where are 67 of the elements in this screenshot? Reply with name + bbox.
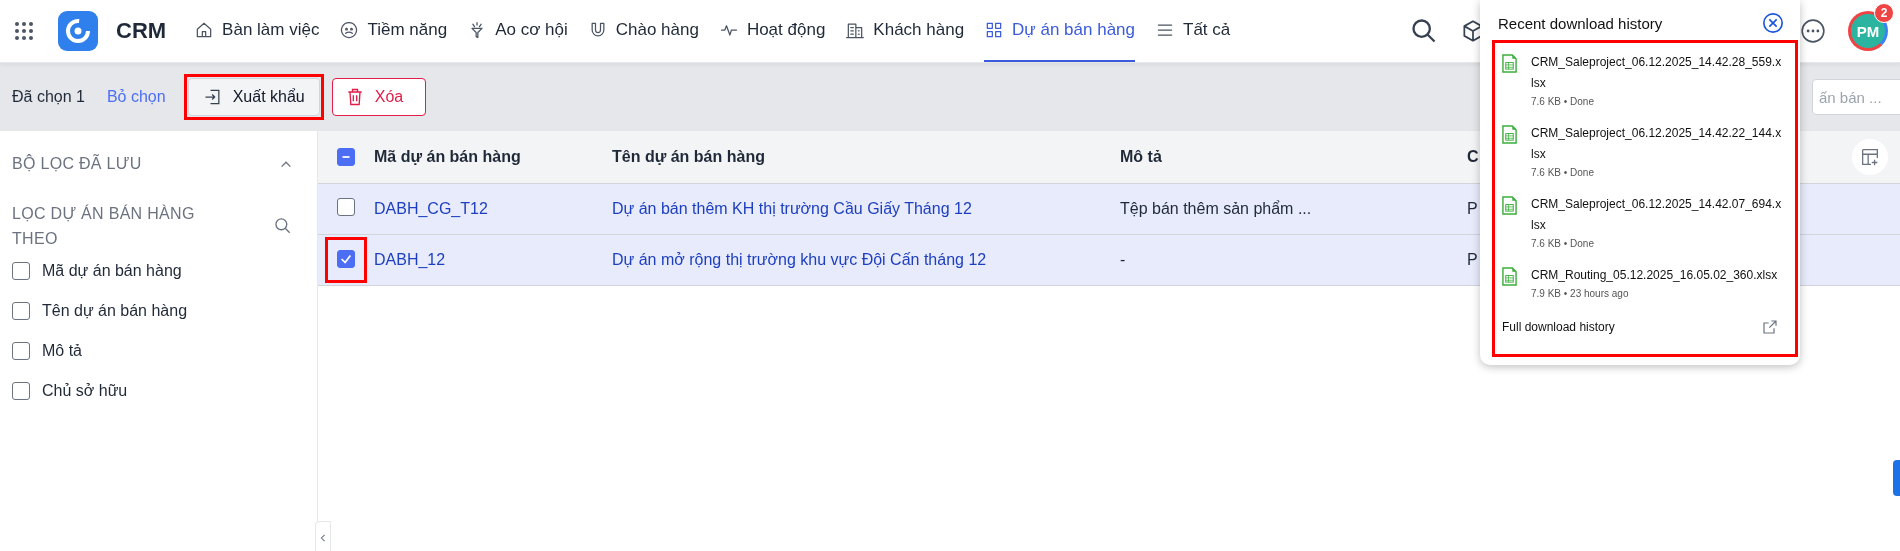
downloaded-file-link[interactable]: CRM_Saleproject_06.12.2025_14.42.07_694.xlsx: [1531, 194, 1783, 236]
column-header: C: [1467, 148, 1479, 165]
table-cell: P: [1467, 200, 1478, 217]
nav-tab[interactable]: Hoạt động: [718, 0, 826, 62]
downloaded-file-link[interactable]: CRM_Saleproject_06.12.2025_14.42.22_144.xlsx: [1531, 123, 1783, 165]
spreadsheet-file-icon: [1502, 125, 1517, 144]
project-code-link[interactable]: DABH_12: [374, 251, 446, 268]
project-code-link[interactable]: DABH_CG_T12: [374, 200, 488, 217]
nav-tab[interactable]: Chào hàng: [587, 0, 699, 62]
row-checkbox[interactable]: [337, 250, 355, 268]
highlight-frame: [325, 237, 367, 283]
nav-tab[interactable]: Tất cả: [1155, 0, 1231, 62]
column-header: Mã dự án bán hàng: [374, 148, 521, 165]
spreadsheet-file-icon: [1502, 54, 1517, 73]
app-grid-icon[interactable]: [14, 21, 34, 41]
project-name-link[interactable]: Dự án mở rộng thị trường khu vực Đội Cấn tháng 12: [612, 251, 987, 268]
downloaded-file-link[interactable]: CRM_Routing_05.12.2025_16.05.02_360.xlsx: [1531, 265, 1783, 286]
full-history-link[interactable]: Full download history: [1502, 320, 1615, 334]
checkbox[interactable]: [12, 302, 30, 320]
nav-tab[interactable]: Bàn làm việc: [194, 0, 320, 62]
checkbox[interactable]: [12, 382, 30, 400]
chevron-left-icon: [319, 533, 327, 543]
select-all-checkbox[interactable]: [337, 148, 355, 166]
table-cell: P: [1467, 251, 1478, 268]
deselect-link[interactable]: Bỏ chọn: [106, 88, 166, 106]
saved-filters-title: BỘ LỌC ĐÃ LƯU: [12, 155, 142, 173]
downloaded-file-link[interactable]: CRM_Saleproject_06.12.2025_14.42.28_559.xlsx: [1531, 52, 1783, 94]
app-name: CRM: [116, 18, 167, 44]
column-header: Mô tả: [1120, 148, 1162, 165]
checkbox[interactable]: [12, 342, 30, 360]
checkbox[interactable]: [12, 262, 30, 280]
smiley-icon: [339, 20, 360, 40]
spreadsheet-file-icon: [1502, 267, 1517, 286]
filter-field-label: Mô tả: [42, 342, 82, 360]
delete-button[interactable]: Xóa: [331, 78, 427, 116]
more-icon[interactable]: [1800, 18, 1826, 44]
table-cell: -: [1120, 251, 1126, 268]
table-add-icon: [1859, 146, 1881, 168]
filter-field-label: Chủ sở hữu: [42, 382, 128, 400]
file-status: 7.6 KB • Done: [1531, 238, 1595, 249]
file-status: 7.9 KB • 23 hours ago: [1531, 288, 1630, 299]
nav-tab[interactable]: Tiềm năng: [339, 0, 448, 62]
table-cell: Tệp bán thêm sản phẩm ...: [1120, 200, 1312, 217]
filter-field-label: Mã dự án bán hàng: [42, 262, 182, 280]
file-status: 7.6 KB • Done: [1531, 96, 1595, 107]
filter-by-title: LỌC DỰ ÁN BÁN HÀNG THEO: [12, 203, 196, 249]
panel-title: Recent download history: [1498, 14, 1663, 32]
column-settings-button[interactable]: [1852, 139, 1888, 175]
spreadsheet-file-icon: [1502, 196, 1517, 215]
nav-tab[interactable]: Ao cơ hội: [467, 0, 568, 62]
check-icon: [339, 252, 353, 266]
filter-field-label: Tên dự án bán hàng: [42, 302, 188, 320]
nav-tab[interactable]: Khách hàng: [845, 0, 965, 62]
export-button[interactable]: Xuất khẩu: [187, 78, 320, 116]
close-icon[interactable]: [1762, 12, 1784, 34]
file-status: 7.6 KB • Done: [1531, 167, 1595, 178]
app-logo-icon: [58, 11, 98, 51]
selected-count: Đã chọn 1: [12, 88, 85, 106]
search-field[interactable]: ấn bán ...: [1812, 79, 1900, 115]
column-header: Tên dự án bán hàng: [612, 148, 765, 165]
side-tab-button[interactable]: [1893, 460, 1900, 496]
project-name-link[interactable]: Dự án bán thêm KH thị trường Cầu Giấy Tháng 12: [612, 200, 972, 217]
search-icon[interactable]: [273, 216, 293, 236]
row-checkbox[interactable]: [337, 198, 355, 216]
notification-badge: 2: [1874, 3, 1894, 23]
search-icon[interactable]: [1410, 17, 1438, 45]
external-link-icon[interactable]: [1762, 319, 1778, 335]
